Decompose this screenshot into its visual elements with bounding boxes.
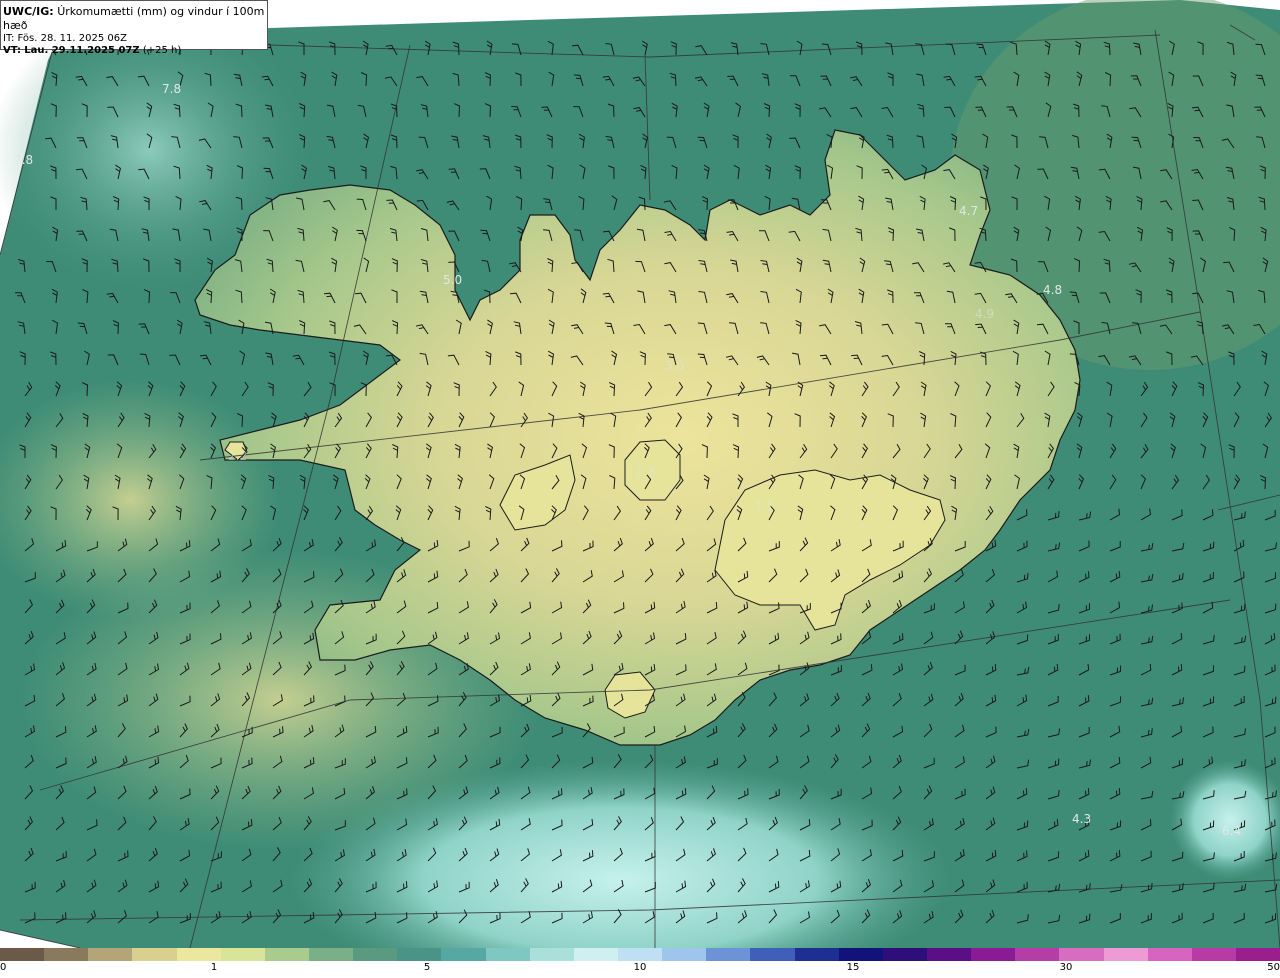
colorbar-segment	[573, 948, 618, 961]
value-label: 7.8	[14, 153, 33, 167]
colorbar-segment	[1235, 948, 1280, 961]
colorbar-segment	[838, 948, 883, 961]
map-canvas: 7.8 7.8 5.0 4.7 4.8 4.3 6.4 4.9 2.2 1.3 …	[0, 0, 1280, 948]
lead-time: (+25 h)	[142, 45, 182, 56]
title-line: UWC/IG: Úrkomumætti (mm) og vindur í 100…	[3, 5, 267, 33]
colorbar-segment	[88, 948, 133, 961]
colorbar-tick: 0	[0, 962, 7, 973]
colorbar-segment	[706, 948, 751, 961]
colorbar-segment	[1147, 948, 1192, 961]
value-label: 4.8	[1043, 283, 1062, 297]
colorbar-segment	[882, 948, 927, 961]
colorbar-tick: 1	[210, 962, 218, 973]
colorbar-segment	[971, 948, 1016, 961]
colorbar-segment	[353, 948, 398, 961]
model-label: UWC/IG:	[3, 5, 54, 18]
colorbar-segment	[794, 948, 839, 961]
colorbar-segment	[926, 948, 972, 961]
value-label: 1.3	[636, 465, 655, 479]
colorbar-segment	[1103, 948, 1148, 961]
value-label: 4.3	[1072, 812, 1091, 826]
colorbar-segment	[176, 948, 221, 961]
colorbar-segment	[308, 948, 354, 961]
colorbar-tick: 30	[1059, 962, 1073, 973]
colorbar-segment	[0, 948, 45, 961]
colorbar-segment	[617, 948, 663, 961]
value-label: 1.1	[755, 499, 774, 513]
valid-prefix: VT:	[3, 45, 22, 56]
forecast-map: 7.8 7.8 5.0 4.7 4.8 4.3 6.4 4.9 2.2 1.3 …	[0, 0, 1280, 948]
colorbar-tick: 15	[846, 962, 860, 973]
value-label: 4.9	[975, 307, 994, 321]
value-label: 6.4	[1222, 824, 1241, 838]
colorbar-tick: 5	[423, 962, 431, 973]
valid-time-line: VT: Lau. 29.11.2025 07Z (+25 h)	[3, 45, 267, 57]
value-label: 3.0	[665, 359, 684, 373]
colorbar-segment	[662, 948, 707, 961]
colorbar-segment	[397, 948, 442, 961]
colorbar-strip	[0, 948, 1280, 961]
colorbar-segment	[44, 948, 89, 961]
value-label: 5.0	[443, 273, 462, 287]
issue-time: IT: Fös. 28. 11. 2025 06Z	[3, 33, 127, 44]
colorbar-tick: 10	[633, 962, 647, 973]
valid-time: Lau. 29.11.2025 07Z	[24, 45, 140, 56]
value-label: 2.2	[228, 449, 247, 463]
colorbar-segment	[441, 948, 486, 961]
colorbar-segment	[1059, 948, 1104, 961]
colorbar-segment	[1191, 948, 1236, 961]
colorbar-segment	[1015, 948, 1060, 961]
value-label: 7.8	[162, 82, 181, 96]
colorbar-segment	[132, 948, 177, 961]
value-label: 4.7	[959, 204, 978, 218]
colorbar-segment	[220, 948, 265, 961]
colorbar-tick: 50	[1267, 962, 1280, 973]
map-info-box: UWC/IG: Úrkomumætti (mm) og vindur í 100…	[0, 0, 268, 56]
colorbar-segment	[529, 948, 574, 961]
colorbar-segment	[750, 948, 795, 961]
colorbar: 0 1 5 10 15 30 50	[0, 948, 1280, 978]
colorbar-segment	[264, 948, 309, 961]
colorbar-segment	[485, 948, 530, 961]
